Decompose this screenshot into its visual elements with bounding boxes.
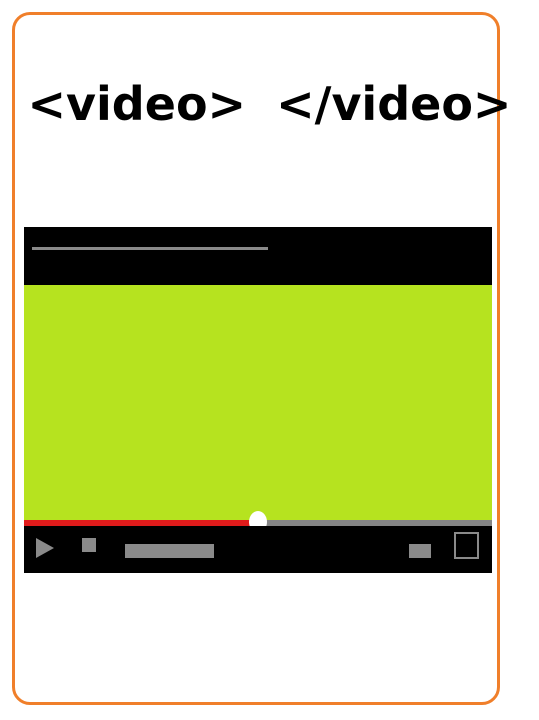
fullscreen-button[interactable] [454,532,479,559]
video-open-tag: <video> [27,77,247,131]
play-icon [36,538,54,558]
video-surface[interactable] [24,285,492,520]
video-tag-heading: <video> </video> [0,68,539,140]
video-close-tag: </video> [276,77,512,131]
player-controls [24,526,492,573]
time-display [125,544,214,558]
volume-button[interactable] [409,544,431,558]
stop-button[interactable] [82,538,96,552]
video-title-placeholder [32,247,268,250]
video-player[interactable] [24,227,492,573]
play-button[interactable] [34,536,56,560]
player-title-bar [24,227,492,285]
